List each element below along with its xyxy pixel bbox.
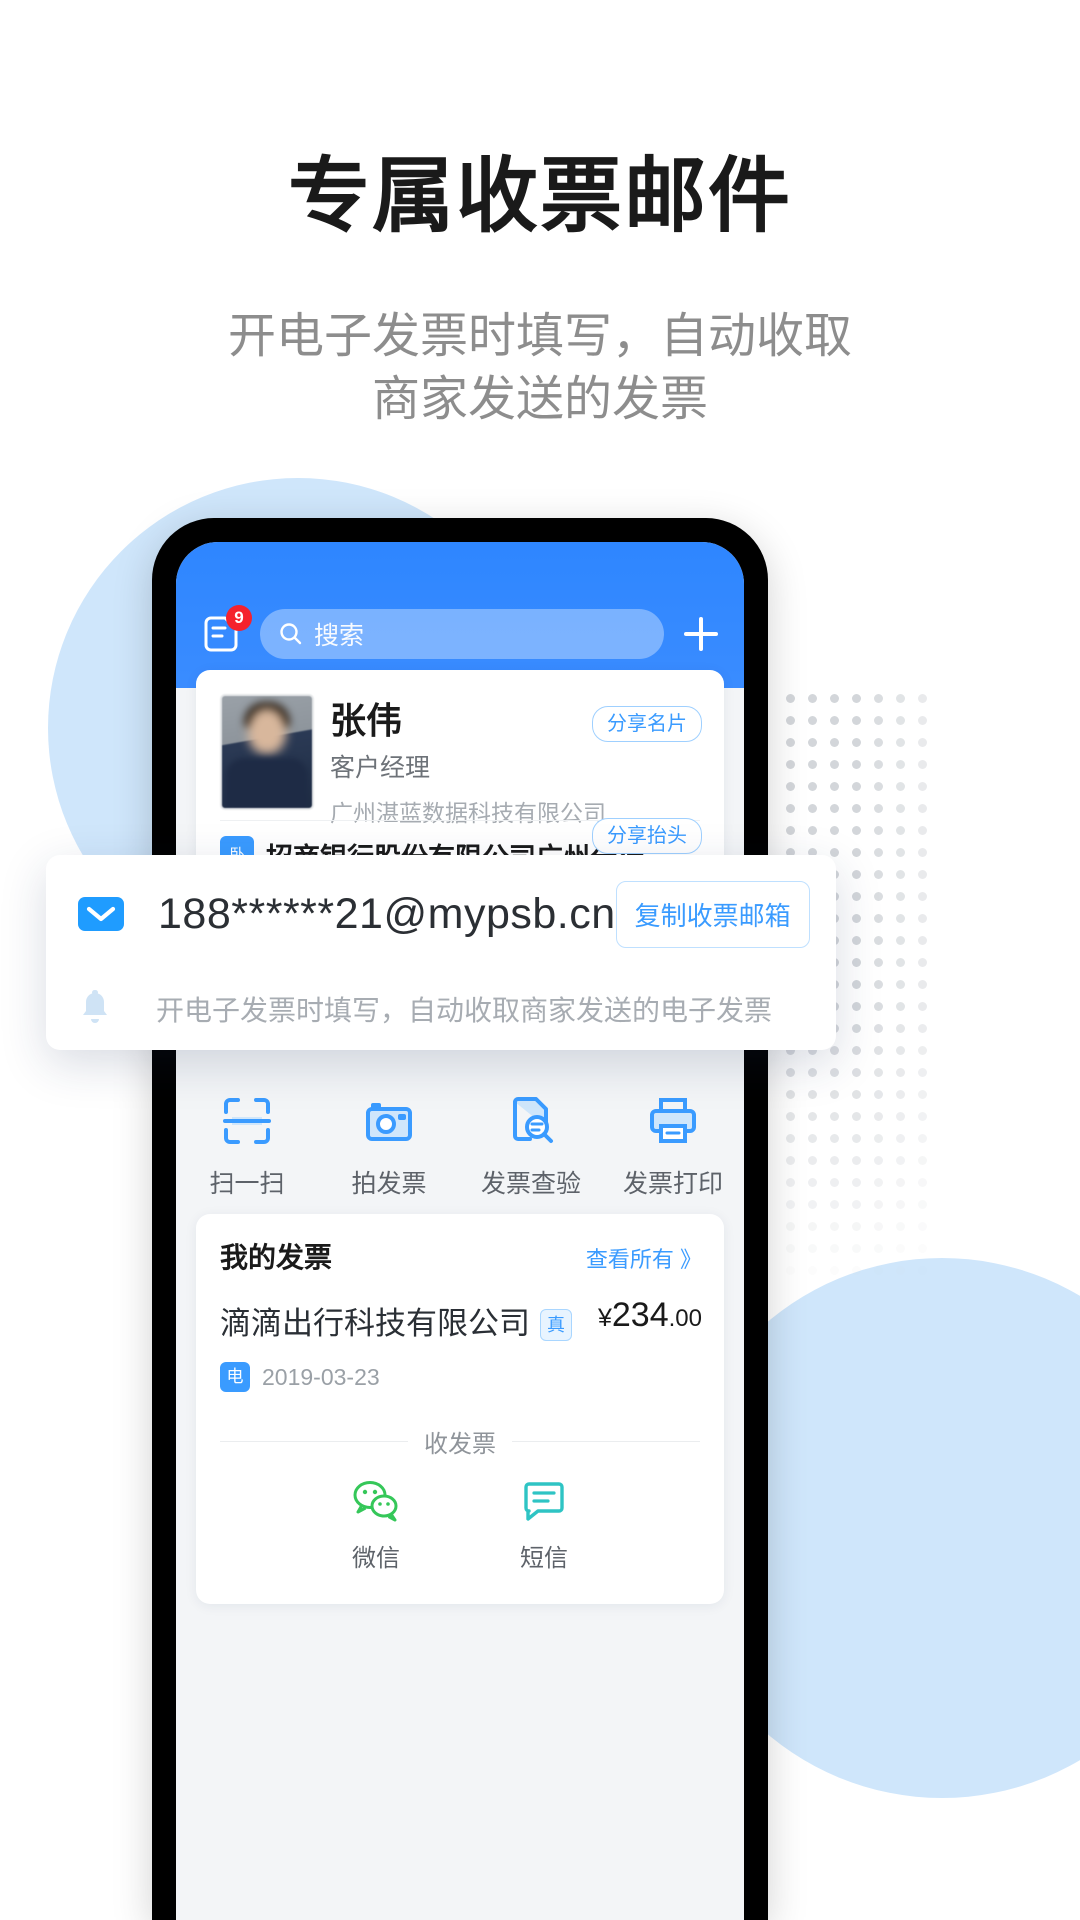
- app-header: 9 搜索: [176, 542, 744, 688]
- printer-icon: [602, 1092, 744, 1150]
- invoice-amount: ¥234.00: [598, 1296, 702, 1335]
- page-subtitle-line2: 商家发送的发票: [371, 373, 708, 427]
- currency-symbol: ¥: [597, 1304, 612, 1332]
- plus-icon[interactable]: [680, 613, 722, 655]
- my-invoices-title: 我的发票: [220, 1242, 333, 1273]
- receipt-email-note: 开电子发票时填写，自动收取商家发送的电子发票: [156, 995, 773, 1026]
- scan-icon: [176, 1092, 318, 1150]
- invoice-company-name: 滴滴出行科技有限公司: [220, 1306, 530, 1341]
- invoice-company: 滴滴出行科技有限公司真: [220, 1298, 572, 1343]
- avatar: [220, 694, 314, 810]
- promo-page: 专属收票邮件 开电子发票时填写，自动收取 商家发送的发票 9 搜索 张伟 客户经…: [0, 0, 1080, 1920]
- action-photo-invoice-label: 拍发票: [351, 1170, 427, 1198]
- copy-email-button[interactable]: 复制收票邮箱: [615, 880, 810, 948]
- send-invoice-divider: 收发票: [220, 1426, 700, 1458]
- share-wechat[interactable]: 微信: [352, 1476, 400, 1573]
- unread-badge: 9: [226, 605, 252, 631]
- page-subtitle-line1: 开电子发票时填写，自动收取: [227, 310, 852, 363]
- page-title: 专属收票邮件: [287, 151, 792, 242]
- receipt-email-overlay: 188******21@mypsb.cn 复制收票邮箱 开电子发票时填写，自动收…: [46, 855, 836, 1050]
- view-all-link[interactable]: 查看所有 》: [586, 1242, 702, 1274]
- sms-icon: [520, 1476, 568, 1526]
- page-subtitle: 开电子发票时填写，自动收取 商家发送的发票: [0, 305, 1080, 432]
- verified-badge: 真: [540, 1309, 572, 1341]
- amount-decimal: .00: [668, 1305, 702, 1332]
- document-search-icon: [460, 1092, 602, 1150]
- action-photo-invoice[interactable]: 拍发票: [318, 1092, 460, 1200]
- share-wechat-label: 微信: [352, 1545, 400, 1572]
- share-sms-label: 短信: [520, 1545, 568, 1572]
- action-scan[interactable]: 扫一扫: [176, 1092, 318, 1200]
- search-placeholder: 搜索: [314, 622, 365, 650]
- search-icon: [280, 623, 302, 645]
- my-invoices-card: 我的发票 查看所有 》 滴滴出行科技有限公司真 ¥234.00 电 2019-0…: [196, 1214, 724, 1604]
- action-print-invoice[interactable]: 发票打印: [602, 1092, 744, 1200]
- invoice-date: 2019-03-23: [262, 1364, 380, 1390]
- message-icon[interactable]: 9: [198, 605, 252, 657]
- send-invoice-label: 收发票: [424, 1430, 496, 1458]
- receipt-email-address: 188******21@mypsb.cn: [158, 889, 616, 938]
- phone-mockup: 9 搜索 张伟 客户经理 广州湛蓝数据科技有限公司 分享名片 分享抬头 扫一扫 …: [152, 518, 768, 1920]
- action-verify-invoice-label: 发票查验: [480, 1170, 581, 1198]
- share-title-button[interactable]: 分享抬头: [592, 818, 702, 854]
- contact-company: 广州湛蓝数据科技有限公司: [330, 800, 606, 826]
- mail-icon: [78, 897, 124, 931]
- bell-icon: [78, 989, 112, 1029]
- quick-actions: 扫一扫 拍发票 发票查验 发票打印: [176, 1066, 744, 1226]
- share-sms[interactable]: 短信: [520, 1476, 568, 1573]
- contact-role: 客户经理: [330, 754, 431, 782]
- action-scan-label: 扫一扫: [209, 1170, 285, 1198]
- share-channels: 微信 短信: [196, 1476, 724, 1573]
- action-print-invoice-label: 发票打印: [622, 1170, 723, 1198]
- share-card-button[interactable]: 分享名片: [592, 706, 702, 742]
- phone-screen: 9 搜索 张伟 客户经理 广州湛蓝数据科技有限公司 分享名片 分享抬头 扫一扫 …: [176, 542, 744, 1920]
- camera-icon: [318, 1092, 460, 1150]
- receipt-email-row: 188******21@mypsb.cn 复制收票邮箱: [46, 855, 836, 973]
- amount-integer: 234: [611, 1296, 669, 1334]
- receipt-email-note-row: 开电子发票时填写，自动收取商家发送的电子发票: [46, 969, 836, 1049]
- wechat-icon: [352, 1476, 400, 1526]
- invoice-type-badge: 电: [220, 1362, 250, 1392]
- search-input[interactable]: 搜索: [260, 609, 664, 659]
- action-verify-invoice[interactable]: 发票查验: [460, 1092, 602, 1200]
- contact-name: 张伟: [330, 700, 403, 741]
